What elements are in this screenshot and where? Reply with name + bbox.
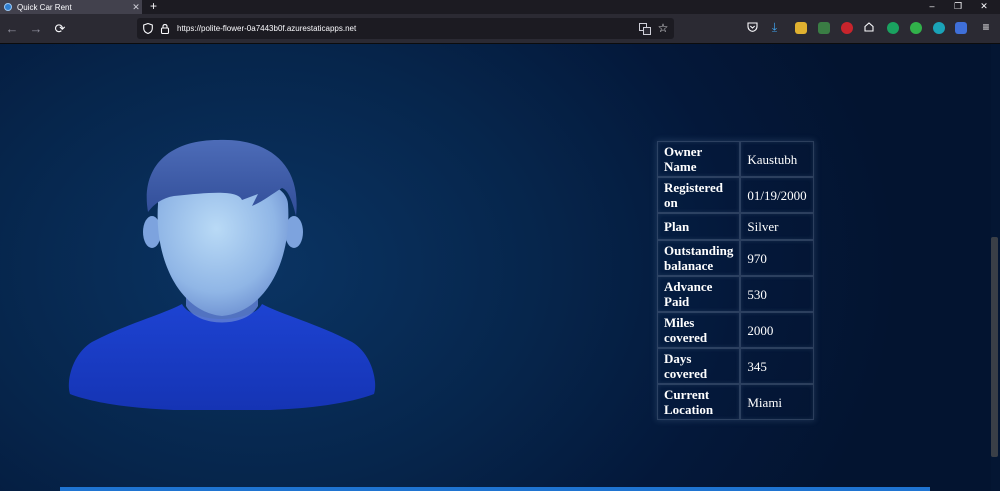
user-avatar-icon <box>68 139 376 410</box>
page-viewport: Owner Name Kaustubh Registered on 01/19/… <box>0 44 991 491</box>
owner-details-table: Owner Name Kaustubh Registered on 01/19/… <box>657 141 814 420</box>
shield-icon[interactable] <box>142 23 153 34</box>
restore-window-button[interactable]: ❐ <box>946 0 970 14</box>
table-row: Owner Name Kaustubh <box>657 141 814 177</box>
registered-on-value: 01/19/2000 <box>740 177 814 213</box>
miles-covered-label: Miles covered <box>657 312 741 348</box>
cloud-icon[interactable] <box>862 21 875 33</box>
reload-icon[interactable]: ⟳ <box>51 20 69 38</box>
advance-paid-value: 530 <box>740 276 814 312</box>
table-row: Outstanding balanace 970 <box>657 240 814 276</box>
forward-arrow-icon[interactable]: → <box>27 20 45 38</box>
table-row: Current Location Miami <box>657 384 814 420</box>
tab-quick-car-rent[interactable]: Quick Car Rent ✕ <box>0 0 142 14</box>
navigation-toolbar: ← → ⟳ https://polite-flower-0a7443b0f.az… <box>0 14 1000 44</box>
plan-value: Silver <box>740 213 814 240</box>
current-location-label: Current Location <box>657 384 741 420</box>
days-covered-label: Days covered <box>657 348 741 384</box>
extension-icon-1[interactable] <box>795 22 807 34</box>
registered-on-label: Registered on <box>657 177 741 213</box>
miles-covered-value: 2000 <box>740 312 814 348</box>
table-row: Days covered 345 <box>657 348 814 384</box>
close-tab-icon[interactable]: ✕ <box>130 2 142 13</box>
advance-paid-label: Advance Paid <box>657 276 741 312</box>
bottom-accent-bar <box>60 487 930 491</box>
extension-icon-2[interactable] <box>818 22 830 34</box>
outstanding-balance-value: 970 <box>740 240 814 276</box>
minimize-window-button[interactable]: – <box>920 0 944 14</box>
close-window-button[interactable]: ✕ <box>972 0 996 14</box>
table-row: Registered on 01/19/2000 <box>657 177 814 213</box>
days-covered-value: 345 <box>740 348 814 384</box>
star-icon[interactable]: ☆ <box>656 21 670 35</box>
new-tab-button[interactable]: + <box>150 0 157 13</box>
hamburger-menu-icon[interactable]: ≡ <box>979 20 993 34</box>
extension-icon-4[interactable] <box>887 22 899 34</box>
site-favicon-icon <box>4 3 12 11</box>
scrollbar-thumb[interactable] <box>991 237 998 457</box>
table-row: Advance Paid 530 <box>657 276 814 312</box>
extension-icon-7[interactable] <box>955 22 967 34</box>
lock-icon[interactable] <box>159 23 170 34</box>
current-location-value: Miami <box>740 384 814 420</box>
url-text: https://polite-flower-0a7443b0f.azuresta… <box>177 24 357 33</box>
owner-name-value: Kaustubh <box>740 141 814 177</box>
pocket-icon[interactable] <box>746 21 758 33</box>
table-row: Miles covered 2000 <box>657 312 814 348</box>
owner-name-label: Owner Name <box>657 141 741 177</box>
extension-icon-5[interactable] <box>910 22 922 34</box>
outstanding-balance-label: Outstanding balanace <box>657 240 741 276</box>
extension-icon-3[interactable] <box>841 22 853 34</box>
tab-strip: Quick Car Rent ✕ + – ❐ ✕ <box>0 0 1000 14</box>
download-icon[interactable]: ⤓ <box>768 20 781 34</box>
back-arrow-icon[interactable]: ← <box>3 20 21 38</box>
tab-title: Quick Car Rent <box>17 2 72 12</box>
address-bar[interactable]: https://polite-flower-0a7443b0f.azuresta… <box>137 18 674 39</box>
extension-icon-6[interactable] <box>933 22 945 34</box>
translate-icon[interactable] <box>638 22 651 35</box>
table-row: Plan Silver <box>657 213 814 240</box>
plan-label: Plan <box>657 213 741 240</box>
